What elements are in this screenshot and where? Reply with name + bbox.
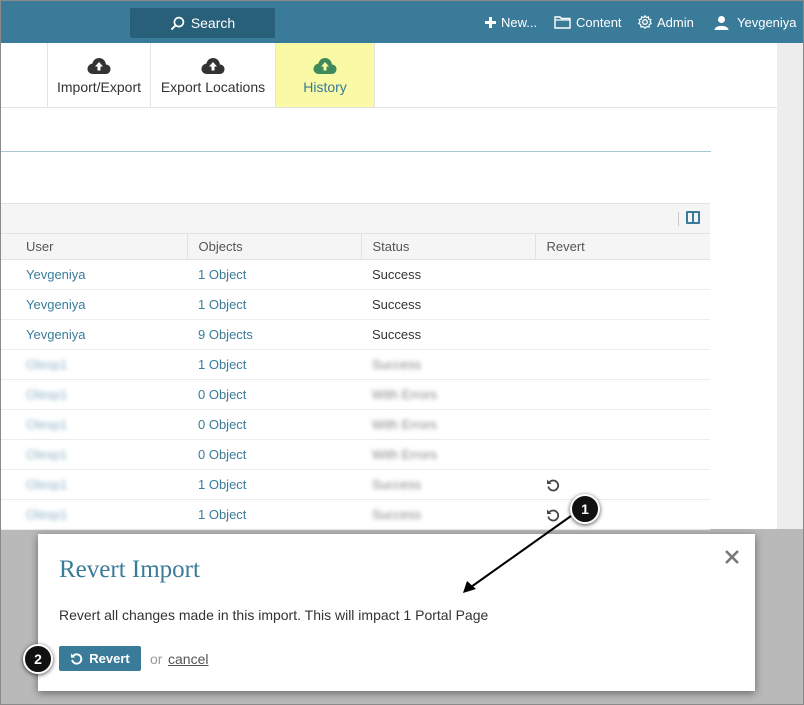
revert-cell bbox=[535, 439, 710, 470]
user-name: Yevgeniya bbox=[737, 14, 797, 30]
content-menu[interactable]: Content bbox=[554, 1, 622, 43]
user-link[interactable]: Yevgeniya bbox=[1, 289, 187, 320]
revert-cell bbox=[535, 259, 710, 290]
objects-link[interactable]: 1 Object bbox=[187, 469, 361, 500]
user-link[interactable]: Olesp1 bbox=[1, 379, 187, 410]
table-header-row: User Objects Status Revert bbox=[1, 234, 710, 260]
objects-link[interactable]: 1 Object bbox=[187, 259, 361, 290]
search-label: Search bbox=[190, 15, 236, 31]
plus-icon bbox=[485, 16, 496, 28]
cancel-link[interactable]: cancel bbox=[168, 651, 208, 667]
objects-link[interactable]: 0 Object bbox=[187, 439, 361, 470]
user-icon bbox=[714, 15, 729, 30]
user-link[interactable]: Olesp1 bbox=[1, 439, 187, 470]
search-button[interactable]: Search bbox=[130, 8, 275, 38]
column-header-status[interactable]: Status bbox=[361, 234, 536, 260]
tab-history[interactable]: History bbox=[275, 43, 375, 107]
or-text: or bbox=[150, 651, 163, 667]
history-table-container: User Objects Status Revert Yevgeniya 1 O… bbox=[1, 203, 710, 530]
app-window: Search New... Content Admin Yevgeniya Im… bbox=[0, 0, 804, 705]
right-gutter bbox=[777, 43, 803, 529]
objects-link[interactable]: 0 Object bbox=[187, 409, 361, 440]
table-row: Yevgeniya 1 Object Success bbox=[1, 289, 710, 320]
cloud-upload-icon bbox=[87, 58, 111, 74]
toolbar-separator bbox=[678, 212, 679, 226]
table-row: Olesp1 1 Object Success bbox=[1, 499, 710, 530]
section-divider bbox=[1, 151, 711, 152]
revert-button-label: Revert bbox=[89, 651, 130, 666]
revert-cell bbox=[535, 409, 710, 440]
table-row: Yevgeniya 9 Objects Success bbox=[1, 319, 710, 350]
tab-label: History bbox=[303, 79, 347, 95]
status-cell: Success bbox=[361, 259, 535, 290]
status-cell: Success bbox=[361, 499, 535, 530]
table-row: Yevgeniya 1 Object Success bbox=[1, 259, 710, 290]
table-row: Olesp1 0 Object With Errors bbox=[1, 379, 710, 410]
user-link[interactable]: Yevgeniya bbox=[1, 319, 187, 350]
column-header-objects[interactable]: Objects bbox=[187, 234, 362, 260]
revert-import-dialog: Revert Import Revert all changes made in… bbox=[38, 534, 755, 691]
objects-link[interactable]: 9 Objects bbox=[187, 319, 361, 350]
top-navbar: Search New... Content Admin Yevgeniya bbox=[1, 1, 803, 43]
column-header-revert: Revert bbox=[535, 234, 710, 260]
objects-link[interactable]: 0 Object bbox=[187, 379, 361, 410]
objects-link[interactable]: 1 Object bbox=[187, 349, 361, 380]
table-toolbar bbox=[1, 204, 710, 234]
user-menu[interactable]: Yevgeniya bbox=[714, 1, 797, 43]
status-cell: Success bbox=[361, 469, 535, 500]
objects-link[interactable]: 1 Object bbox=[187, 289, 361, 320]
columns-toggle-icon[interactable] bbox=[686, 211, 700, 224]
revert-cell bbox=[535, 499, 710, 530]
tab-label: Import/Export bbox=[56, 79, 142, 95]
revert-cell bbox=[535, 319, 710, 350]
gear-icon bbox=[638, 15, 652, 29]
tab-bar: Import/Export Export Locations History bbox=[1, 43, 777, 108]
revert-icon bbox=[71, 653, 83, 665]
revert-icon[interactable] bbox=[546, 508, 560, 522]
user-link[interactable]: Olesp1 bbox=[1, 349, 187, 380]
dialog-title: Revert Import bbox=[59, 556, 200, 583]
status-cell: With Errors bbox=[361, 379, 535, 410]
callout-badge-1: 1 bbox=[570, 494, 600, 524]
cloud-upload-icon bbox=[201, 58, 225, 74]
search-icon bbox=[170, 16, 185, 30]
status-cell: Success bbox=[361, 319, 535, 350]
user-link[interactable]: Yevgeniya bbox=[1, 259, 187, 290]
column-header-user[interactable]: User bbox=[1, 234, 188, 260]
table-row: Olesp1 0 Object With Errors bbox=[1, 439, 710, 470]
table-row: Olesp1 1 Object Success bbox=[1, 469, 710, 500]
status-cell: Success bbox=[361, 289, 535, 320]
folder-icon bbox=[554, 16, 571, 29]
revert-cell bbox=[535, 289, 710, 320]
history-table: User Objects Status Revert Yevgeniya 1 O… bbox=[1, 234, 710, 530]
table-row: Olesp1 1 Object Success bbox=[1, 349, 710, 380]
admin-label: Admin bbox=[657, 14, 694, 30]
status-cell: With Errors bbox=[361, 439, 535, 470]
status-cell: With Errors bbox=[361, 409, 535, 440]
revert-icon[interactable] bbox=[546, 478, 560, 492]
tab-import-export[interactable]: Import/Export bbox=[47, 43, 150, 107]
main-content: Import/Export Export Locations History U… bbox=[1, 43, 777, 530]
close-icon[interactable] bbox=[723, 548, 741, 566]
objects-link[interactable]: 1 Object bbox=[187, 499, 361, 530]
tab-label: Export Locations bbox=[160, 79, 266, 95]
status-cell: Success bbox=[361, 349, 535, 380]
user-link[interactable]: Olesp1 bbox=[1, 409, 187, 440]
admin-menu[interactable]: Admin bbox=[638, 1, 694, 43]
table-row: Olesp1 0 Object With Errors bbox=[1, 409, 710, 440]
tab-export-locations[interactable]: Export Locations bbox=[150, 43, 275, 107]
new-menu[interactable]: New... bbox=[485, 1, 537, 43]
callout-badge-2: 2 bbox=[23, 644, 53, 674]
user-link[interactable]: Olesp1 bbox=[1, 499, 187, 530]
revert-button[interactable]: Revert bbox=[59, 646, 141, 671]
user-link[interactable]: Olesp1 bbox=[1, 469, 187, 500]
new-label: New... bbox=[501, 14, 538, 30]
content-label: Content bbox=[576, 14, 622, 30]
dialog-message: Revert all changes made in this import. … bbox=[59, 607, 489, 623]
revert-cell bbox=[535, 469, 710, 500]
cloud-upload-icon bbox=[313, 58, 337, 74]
revert-cell bbox=[535, 379, 710, 410]
revert-cell bbox=[535, 349, 710, 380]
